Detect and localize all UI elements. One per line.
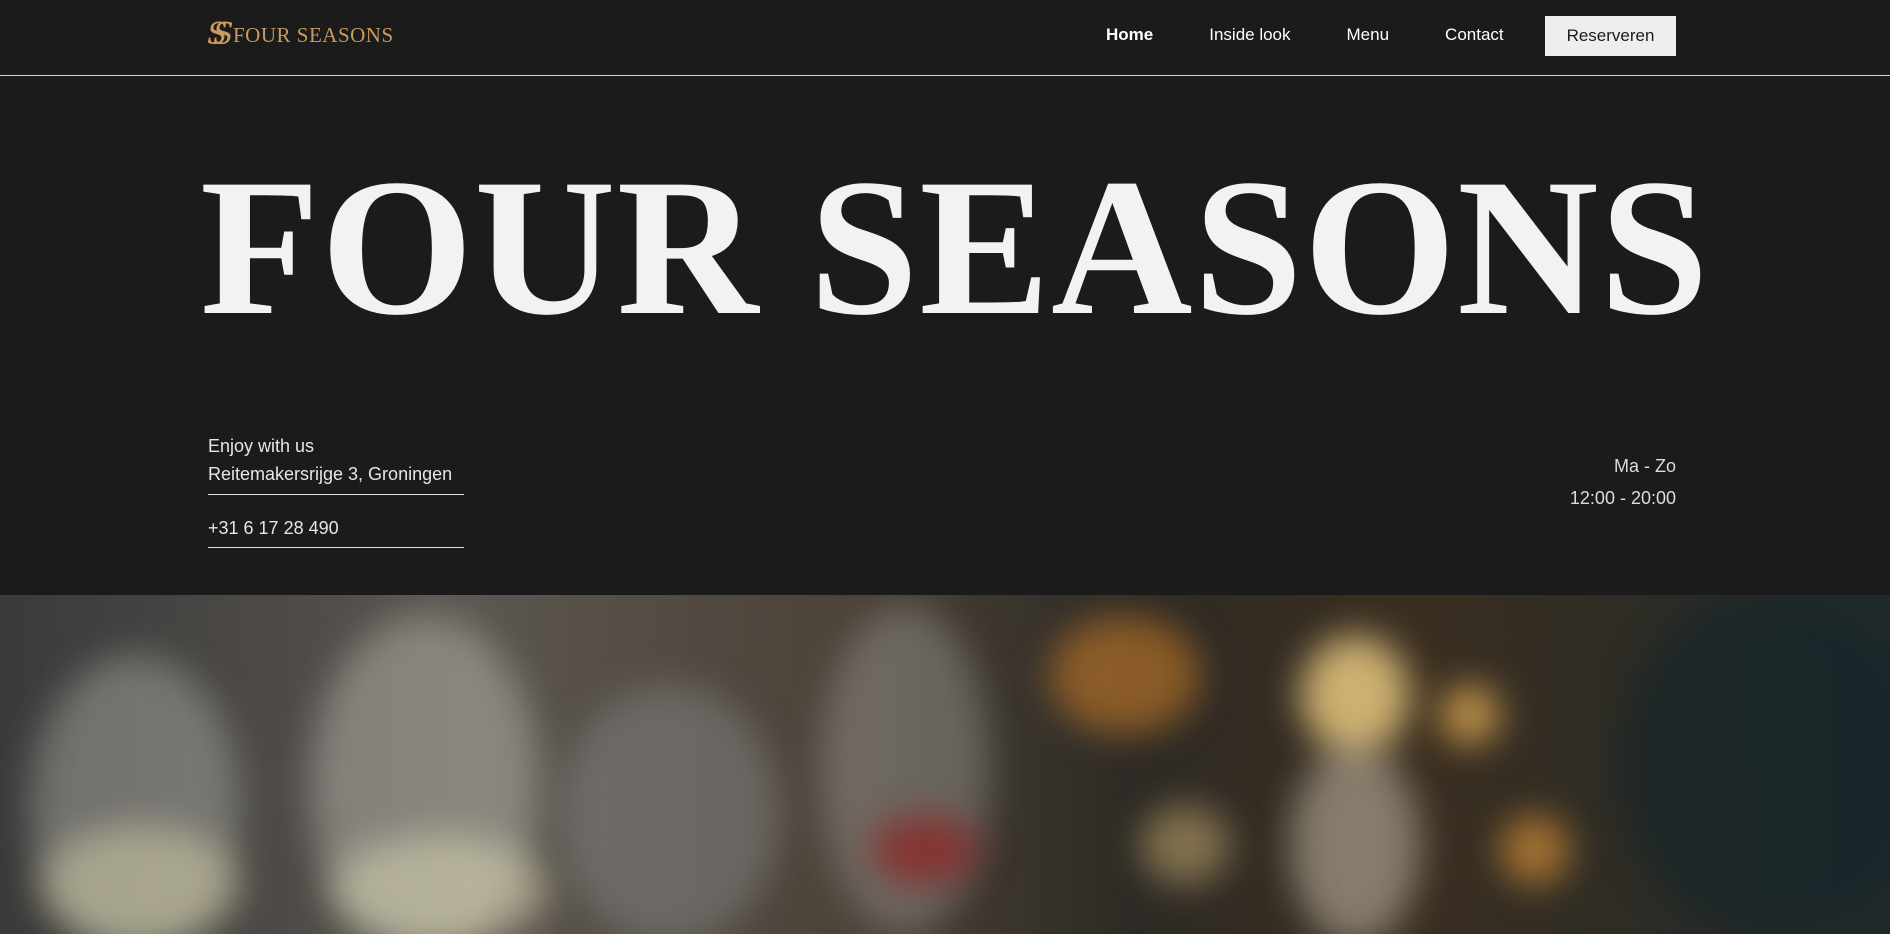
address: Reitemakersrijge 3, Groningen xyxy=(208,464,453,484)
opening-hours: Ma - Zo 12:00 - 20:00 xyxy=(1570,450,1676,514)
photo-red-wine xyxy=(870,815,980,885)
opening-days: Ma - Zo xyxy=(1613,456,1676,476)
photo-bucket xyxy=(560,685,780,934)
logo-monogram-icon: SS xyxy=(207,17,234,52)
nav-item-menu[interactable]: Menu xyxy=(1347,25,1390,45)
opening-time: 12:00 - 20:00 xyxy=(1569,488,1676,508)
tagline: Enjoy with us xyxy=(208,436,315,456)
photo-wine-highlight xyxy=(330,835,550,934)
divider xyxy=(208,547,464,548)
nav-item-contact[interactable]: Contact xyxy=(1445,25,1504,45)
nav-item-home[interactable]: Home xyxy=(1106,25,1153,45)
reserve-button[interactable]: Reserveren xyxy=(1545,16,1676,56)
photo-bottle xyxy=(820,605,990,934)
photo-candle-light xyxy=(1300,635,1410,755)
photo-wine-highlight xyxy=(40,825,240,934)
phone-number[interactable]: +31 6 17 28 490 xyxy=(208,514,464,542)
photo-bokeh xyxy=(1140,805,1230,885)
divider xyxy=(208,494,464,495)
hero-title: FOUR SEASONS xyxy=(200,139,1710,356)
contact-info: Enjoy with us Reitemakersrijge 3, Gronin… xyxy=(208,432,464,548)
site-header: SS FOUR SEASONS Home Inside look Menu Co… xyxy=(0,0,1890,76)
photo-candle xyxy=(1290,745,1420,934)
hero-photo-wine-glasses xyxy=(0,595,1890,934)
photo-bokeh xyxy=(1440,685,1500,745)
photo-bokeh xyxy=(1050,615,1200,735)
photo-bokeh xyxy=(1500,815,1570,885)
brand-logo[interactable]: SS FOUR SEASONS xyxy=(207,20,394,50)
photo-dark-corner xyxy=(1620,595,1890,934)
main-nav: Home Inside look Menu Contact xyxy=(1106,25,1560,45)
brand-name: FOUR SEASONS xyxy=(233,22,394,47)
nav-item-inside-look[interactable]: Inside look xyxy=(1209,25,1290,45)
